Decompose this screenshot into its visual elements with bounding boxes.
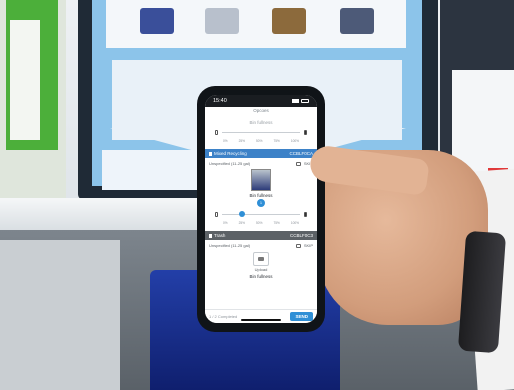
slider-track xyxy=(222,210,300,217)
section-title-group: Trash xyxy=(209,233,225,238)
kiosk-thumbnail xyxy=(272,8,306,34)
bin-size-row: Unspecified (11-25 gal) SKIP xyxy=(205,158,317,166)
send-button[interactable]: SEND xyxy=(290,312,313,321)
fullness-value-badge: 1 xyxy=(257,199,265,207)
bin-fullness-label: Bin fullness xyxy=(249,274,273,279)
status-bar: 15:40 xyxy=(205,95,317,107)
section-code: CCBLF0C3 xyxy=(289,233,313,238)
slider-knob[interactable] xyxy=(238,210,245,217)
comment-icon[interactable] xyxy=(295,161,301,166)
phone-screen: 15:40 Opcoes Bin fullness 0% 25% 50% 75%… xyxy=(205,95,317,323)
tick-label: 100% xyxy=(290,139,299,143)
upload-label: Upload xyxy=(254,267,268,272)
tick-label: 100% xyxy=(290,221,299,225)
full-bin-icon xyxy=(304,211,307,217)
progress-text: 1 / 2 Completed xyxy=(209,314,238,319)
top-bin-fullness-label: Bin fullness xyxy=(249,120,273,125)
row-actions: SKIP xyxy=(295,243,313,248)
empty-bin-icon xyxy=(215,129,218,135)
battery-icon xyxy=(301,99,309,103)
bin-fullness-label: Bin fullness xyxy=(249,193,273,198)
top-fullness-slider[interactable] xyxy=(215,127,307,137)
tick-label: 50% xyxy=(256,139,263,143)
section-title: Trash xyxy=(214,233,226,238)
home-indicator xyxy=(241,319,281,321)
slider-ticks: 0% 25% 50% 75% 100% xyxy=(223,221,299,225)
bin-size-select[interactable]: Unspecified (11-25 gal) xyxy=(209,243,250,248)
status-time: 15:40 xyxy=(213,98,227,104)
bin-size-select[interactable]: Unspecified (11-25 gal) xyxy=(209,161,250,166)
wristwatch xyxy=(457,230,507,354)
bin-size-row: Unspecified (11-25 gal) SKIP xyxy=(205,240,317,248)
footer-bar: 1 / 2 Completed SEND xyxy=(205,309,317,323)
left-display-white-panel xyxy=(10,20,40,140)
empty-bin-icon xyxy=(215,211,218,217)
recycling-bin-icon xyxy=(209,151,212,156)
tick-label: 25% xyxy=(238,139,246,143)
full-bin-icon xyxy=(304,129,307,135)
status-icons xyxy=(292,99,309,103)
camera-icon xyxy=(258,257,264,261)
trash-bin-icon xyxy=(209,233,212,238)
top-slider-ticks: 0% 25% 50% 75% 100% xyxy=(223,139,299,143)
lower-white-panel xyxy=(0,240,120,390)
section-code: CCBLF0CA xyxy=(289,151,313,156)
kiosk-thumbnail xyxy=(140,8,174,34)
section-header-trash: Trash CCBLF0C3 xyxy=(205,231,317,240)
tick-label: 75% xyxy=(273,221,280,225)
tick-label: 75% xyxy=(273,139,280,143)
nav-title: Opcoes xyxy=(253,108,269,113)
section-header-mixed-recycling: Mixed Recycling CCBLF0CA xyxy=(205,149,317,158)
kiosk-thumbnail xyxy=(205,8,239,34)
bin-photo[interactable] xyxy=(251,169,271,191)
slider-track xyxy=(222,131,300,133)
fullness-slider[interactable] xyxy=(215,209,307,219)
tick-label: 25% xyxy=(238,221,246,225)
comment-icon[interactable] xyxy=(295,243,301,248)
signal-icon xyxy=(292,99,299,103)
skip-button[interactable]: SKIP xyxy=(304,243,313,248)
upload-photo-button[interactable] xyxy=(253,252,269,266)
kiosk-thumbnail xyxy=(340,8,374,34)
tick-label: 0% xyxy=(223,221,228,225)
tick-label: 50% xyxy=(256,221,263,225)
section-title: Mixed Recycling xyxy=(214,151,247,156)
section-title-group: Mixed Recycling xyxy=(209,151,247,156)
tick-label: 0% xyxy=(223,139,228,143)
